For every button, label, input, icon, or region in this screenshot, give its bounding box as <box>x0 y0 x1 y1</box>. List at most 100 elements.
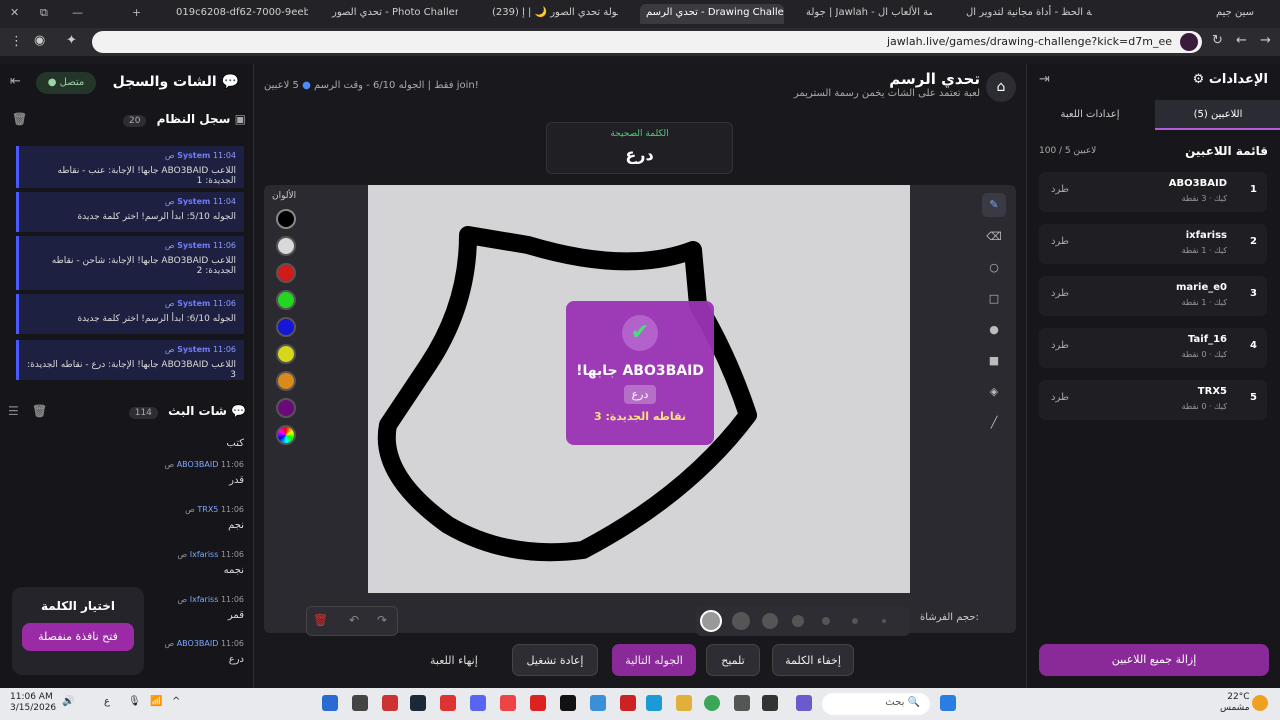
hint-button[interactable]: تلميح <box>706 644 760 676</box>
undo-icon[interactable]: ↶ <box>349 613 359 627</box>
browser-tab-active[interactable]: تحدي الرسم - Drawing Challenge <box>640 4 784 24</box>
kick-button[interactable]: طرد <box>1051 184 1069 195</box>
profile-avatar[interactable] <box>1180 33 1198 51</box>
back-icon[interactable]: → <box>1260 33 1271 48</box>
wifi-icon[interactable]: 📶 <box>150 696 162 707</box>
extension-icon[interactable]: ◉ <box>34 33 45 48</box>
app-icon[interactable] <box>322 695 338 711</box>
brush-size-option[interactable] <box>732 612 750 630</box>
window-close-icon[interactable]: ✕ <box>10 6 19 19</box>
pencil-tool-icon[interactable]: ✎ <box>982 193 1006 217</box>
edge-icon[interactable] <box>646 695 662 711</box>
window-restore-icon[interactable]: ⧉ <box>40 6 48 20</box>
app-icon[interactable] <box>590 695 606 711</box>
end-game-link[interactable]: إنهاء اللعبة <box>430 654 478 667</box>
restart-button[interactable]: إعادة تشغيل <box>512 644 598 676</box>
system-message: System 11:04 ص الجوله 5/10: ابدأ الرسم! … <box>16 192 244 232</box>
os-taskbar: 11:06 AM 3/15/2026 🔊 ع 🎙 📶 ^ 🔍 بحث 22°C مش… <box>0 688 1280 720</box>
folder-icon[interactable] <box>676 695 692 711</box>
brush-size-option[interactable] <box>882 619 886 623</box>
circle-tool-icon[interactable]: ○ <box>982 256 1006 280</box>
brush-size-option[interactable] <box>822 617 830 625</box>
kick-button[interactable]: طرد <box>1051 392 1069 403</box>
trash-icon[interactable]: 🗑 <box>32 404 47 418</box>
chat-message: ABO3BAID 11:06 ص قدر <box>164 460 244 486</box>
chrome-icon[interactable] <box>704 695 720 711</box>
browser-tab[interactable]: 019c6208-df62-7000-9eeb-9d <box>170 4 308 24</box>
rectangle-tool-icon[interactable]: □ <box>982 287 1006 311</box>
color-swatch[interactable] <box>276 344 296 364</box>
reload-icon[interactable]: ↻ <box>1212 33 1223 48</box>
line-tool-icon[interactable]: ╱ <box>982 411 1006 435</box>
microphone-icon[interactable]: 🎙 <box>128 696 141 707</box>
brush-size-option[interactable] <box>852 618 858 624</box>
collapse-panel-icon[interactable]: ⇥ <box>1039 72 1050 87</box>
kick-button[interactable]: طرد <box>1051 288 1069 299</box>
brush-size-row: 🗑 ↶ ↷ حجم الفرشاة: <box>296 592 1016 636</box>
next-round-button[interactable]: الجوله التالية <box>612 644 696 676</box>
browser-tab[interactable]: (239) بطولة تحدي الصور 🌙 | إ <box>486 4 618 24</box>
clock[interactable]: 11:06 AM 3/15/2026 <box>10 692 56 714</box>
forward-icon[interactable]: ← <box>1236 33 1247 48</box>
menu-icon[interactable]: ⋮ <box>10 34 23 49</box>
collapse-panel-icon[interactable]: ⇤ <box>10 74 21 89</box>
kick-button[interactable]: طرد <box>1051 236 1069 247</box>
browser-tab[interactable]: تحدي الصور - Photo Challenge <box>326 4 458 24</box>
weather-widget[interactable]: 22°C مشمس <box>1220 692 1250 714</box>
tab-players[interactable]: اللاعبين (5) <box>1155 100 1280 130</box>
brush-size-option[interactable] <box>700 610 722 632</box>
app-icon[interactable] <box>762 695 778 711</box>
search-box[interactable]: 🔍 بحث <box>822 693 930 715</box>
windows-start-icon[interactable] <box>940 695 956 711</box>
list-icon[interactable]: ☰ <box>8 404 19 418</box>
game-subtitle: لعبة تعتمد على الشات يخمن رسمة الستريمر <box>793 88 980 99</box>
browser-tab[interactable]: سين جيم <box>1150 4 1260 24</box>
speaker-icon[interactable]: 🔊 <box>62 696 74 707</box>
discord-icon[interactable] <box>470 695 486 711</box>
home-button[interactable]: ⌂ <box>986 72 1016 102</box>
app-icon[interactable] <box>734 695 750 711</box>
browser-tab[interactable]: جولة | Jawlah - منصة الألعاب ال <box>800 4 932 24</box>
app-icon[interactable] <box>382 695 398 711</box>
kick-button[interactable]: طرد <box>1051 340 1069 351</box>
color-swatch[interactable] <box>276 209 296 229</box>
home-icon: ⌂ <box>996 79 1006 95</box>
new-tab-icon[interactable]: + <box>132 6 141 19</box>
open-window-button[interactable]: فتح نافذة منفصلة <box>22 623 134 651</box>
app-icon[interactable] <box>530 695 546 711</box>
url-field[interactable]: jawlah.live/games/drawing-challenge?kick… <box>92 31 1202 53</box>
app-icon[interactable] <box>440 695 456 711</box>
language-indicator[interactable]: ع <box>104 696 110 707</box>
capcut-icon[interactable] <box>560 695 576 711</box>
app-icon[interactable] <box>352 695 368 711</box>
eraser-tool-icon[interactable]: ⌫ <box>982 225 1006 249</box>
clear-canvas-icon[interactable]: 🗑 <box>313 613 328 627</box>
puzzle-icon[interactable]: ✦ <box>66 33 77 48</box>
color-swatch[interactable] <box>276 317 296 337</box>
custom-color-picker[interactable] <box>276 425 296 445</box>
steam-icon[interactable] <box>410 695 426 711</box>
color-swatch[interactable] <box>276 290 296 310</box>
app-icon[interactable] <box>500 695 516 711</box>
remove-all-players-button[interactable]: إزالة جميع اللاعبين <box>1039 644 1269 676</box>
app-icon[interactable] <box>796 695 812 711</box>
browser-tab[interactable]: عجلة الحظ - أداة مجانية لتدوير ال <box>960 4 1092 24</box>
address-bar-row: ⋮ ◉ ✦ jawlah.live/games/drawing-challeng… <box>0 28 1280 56</box>
brush-size-option[interactable] <box>762 613 778 629</box>
tray-expand-icon[interactable]: ^ <box>172 696 180 707</box>
color-swatch[interactable] <box>276 371 296 391</box>
filled-rectangle-tool-icon[interactable]: ■ <box>982 349 1006 373</box>
trash-icon[interactable]: 🗑 <box>12 112 27 126</box>
hide-word-button[interactable]: إخفاء الكلمة <box>772 644 854 676</box>
pick-word-card: اختيار الكلمة فتح نافذة منفصلة <box>12 587 144 675</box>
redo-icon[interactable]: ↷ <box>377 613 387 627</box>
brush-size-option[interactable] <box>792 615 804 627</box>
window-minimize-icon[interactable]: — <box>72 6 83 19</box>
color-swatch[interactable] <box>276 263 296 283</box>
color-swatch[interactable] <box>276 236 296 256</box>
color-swatch[interactable] <box>276 398 296 418</box>
tab-game-settings[interactable]: إعدادات اللعبة <box>1027 100 1153 130</box>
app-icon[interactable] <box>620 695 636 711</box>
filled-circle-tool-icon[interactable]: ● <box>982 318 1006 342</box>
fill-bucket-tool-icon[interactable]: ◈ <box>982 380 1006 404</box>
